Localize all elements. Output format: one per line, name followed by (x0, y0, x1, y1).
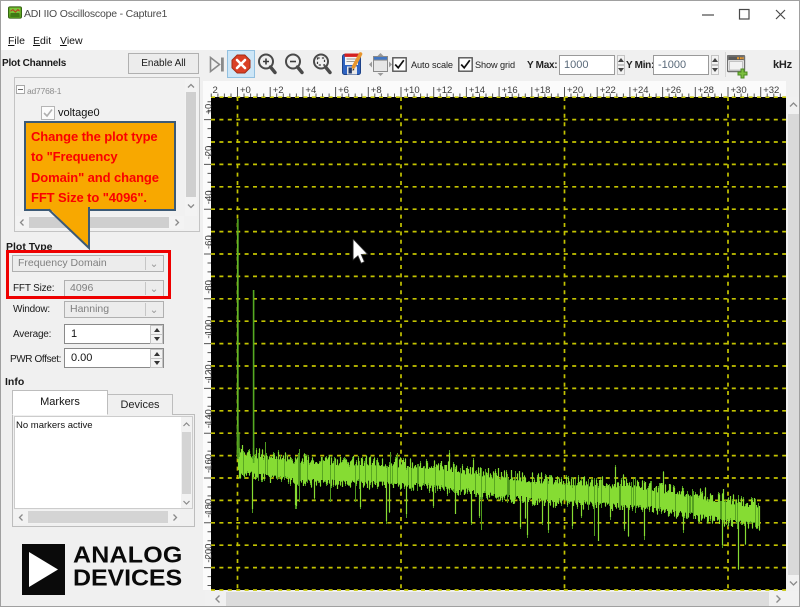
svg-text:+0: +0 (203, 104, 214, 115)
svg-text:+26: +26 (665, 85, 681, 96)
svg-text:-100: -100 (203, 320, 214, 339)
svg-text:-160: -160 (203, 454, 214, 473)
svg-text:-60: -60 (203, 235, 214, 249)
svg-text:-200: -200 (203, 544, 214, 563)
svg-text:+28: +28 (698, 85, 714, 96)
svg-text:2: 2 (213, 85, 218, 96)
svg-text:+8: +8 (371, 85, 382, 96)
svg-text:+14: +14 (469, 85, 485, 96)
svg-text:+6: +6 (338, 85, 349, 96)
svg-text:-140: -140 (203, 409, 214, 428)
svg-text:-40: -40 (203, 190, 214, 204)
svg-text:+0: +0 (240, 85, 251, 96)
svg-text:+18: +18 (534, 85, 550, 96)
svg-text:+16: +16 (502, 85, 518, 96)
svg-text:+24: +24 (632, 85, 648, 96)
svg-text:+22: +22 (600, 85, 616, 96)
svg-text:-20: -20 (203, 146, 214, 160)
svg-text:+32: +32 (763, 85, 779, 96)
svg-text:-120: -120 (203, 364, 214, 383)
svg-text:+10: +10 (404, 85, 420, 96)
svg-text:+12: +12 (436, 85, 452, 96)
svg-text:-80: -80 (203, 280, 214, 294)
svg-text:+4: +4 (305, 85, 316, 96)
svg-text:+20: +20 (567, 85, 583, 96)
svg-text:+30: +30 (731, 85, 747, 96)
svg-text:-180: -180 (203, 499, 214, 518)
svg-text:+2: +2 (273, 85, 284, 96)
